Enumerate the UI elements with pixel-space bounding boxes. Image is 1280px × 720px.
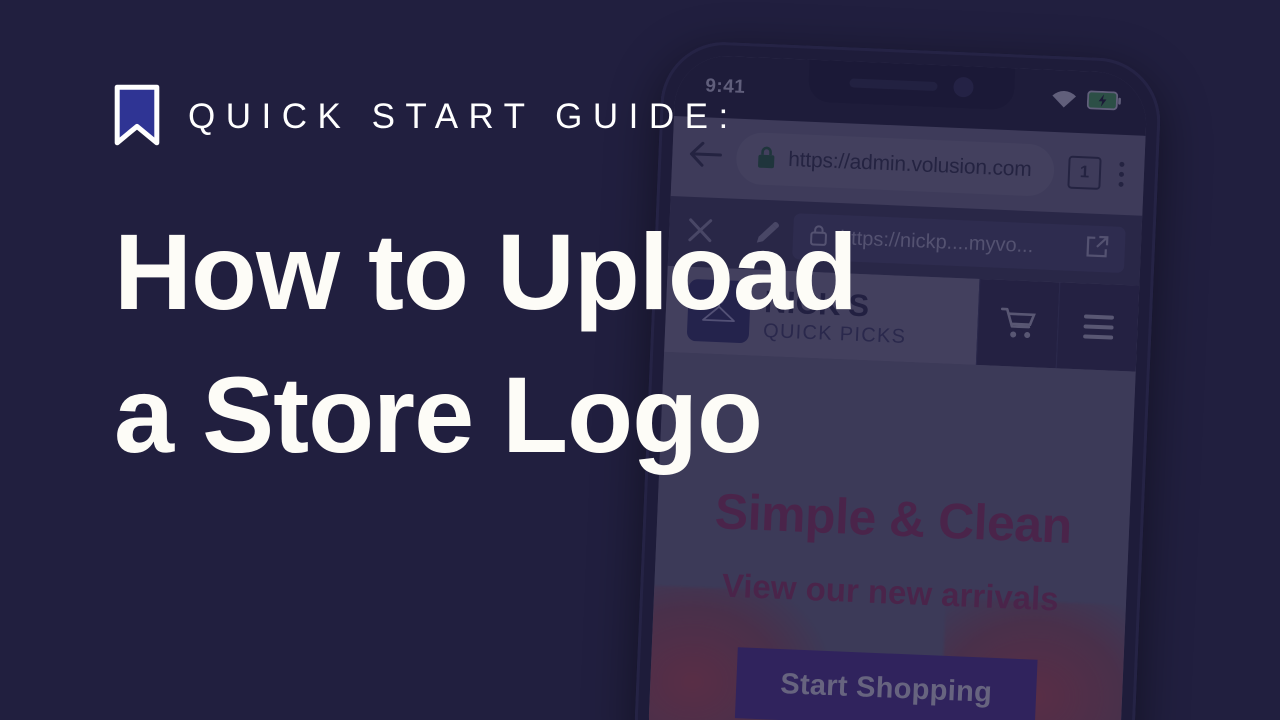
- start-shopping-button[interactable]: Start Shopping: [734, 647, 1038, 720]
- battery-charging-icon: [1086, 90, 1121, 115]
- bookmark-icon: [114, 84, 160, 146]
- hamburger-menu-icon[interactable]: [1055, 282, 1140, 372]
- hero-heading: Simple & Clean: [713, 483, 1073, 555]
- more-vertical-icon[interactable]: [1114, 161, 1128, 187]
- page-title: How to Upload a Store Logo: [114, 211, 858, 475]
- external-link-icon[interactable]: [1084, 234, 1109, 264]
- tab-counter-button[interactable]: 1: [1067, 155, 1102, 190]
- video-thumbnail-canvas: 9:41 https://admin.volusion.com 1 https:…: [0, 0, 1280, 720]
- title-block: QUICK START GUIDE: How to Upload a Store…: [114, 84, 1064, 486]
- eyebrow-row: QUICK START GUIDE:: [114, 84, 1064, 146]
- eyebrow-label: QUICK START GUIDE:: [188, 96, 739, 136]
